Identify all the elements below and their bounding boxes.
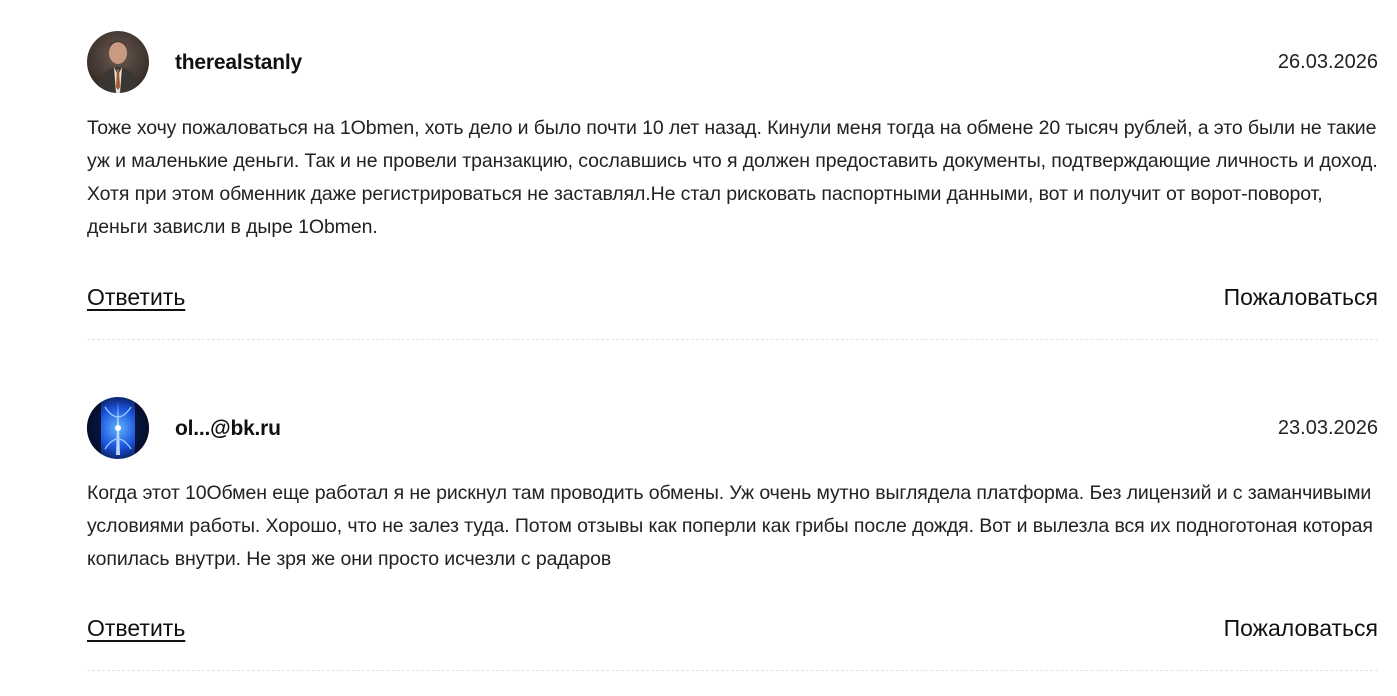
comment-header: ol...@bk.ru 23.03.2026 [87,397,1378,461]
comments-list: therealstanly 26.03.2026 Тоже хочу пожал… [0,0,1397,696]
reply-link[interactable]: Ответить [87,615,185,642]
reply-link[interactable]: Ответить [87,284,185,311]
blue-abstract-avatar [87,397,149,459]
comment-text: Тоже хочу пожаловаться на 1Obmen, хоть д… [87,117,1378,238]
comment-text: Когда этот 10Обмен еще работал я не риск… [87,482,1373,570]
user-photo-avatar [87,31,149,93]
comment-date: 26.03.2026 [1277,51,1378,73]
comment-author: ol...@bk.ru [175,417,281,440]
report-link[interactable]: Пожаловаться [1224,615,1378,642]
comment-divider [87,670,1378,671]
comment-actions: Ответить Пожаловаться [87,284,1378,314]
report-link[interactable]: Пожаловаться [1224,284,1378,311]
comment-author: therealstanly [175,51,302,74]
comment-item: ol...@bk.ru 23.03.2026 Когда этот 10Обме… [87,397,1378,671]
comment-header: therealstanly 26.03.2026 [87,31,1378,95]
comment-date: 23.03.2026 [1277,417,1378,439]
comment-actions: Ответить Пожаловаться [87,615,1378,645]
comment-divider [87,339,1378,340]
comment-item: therealstanly 26.03.2026 Тоже хочу пожал… [87,31,1378,340]
